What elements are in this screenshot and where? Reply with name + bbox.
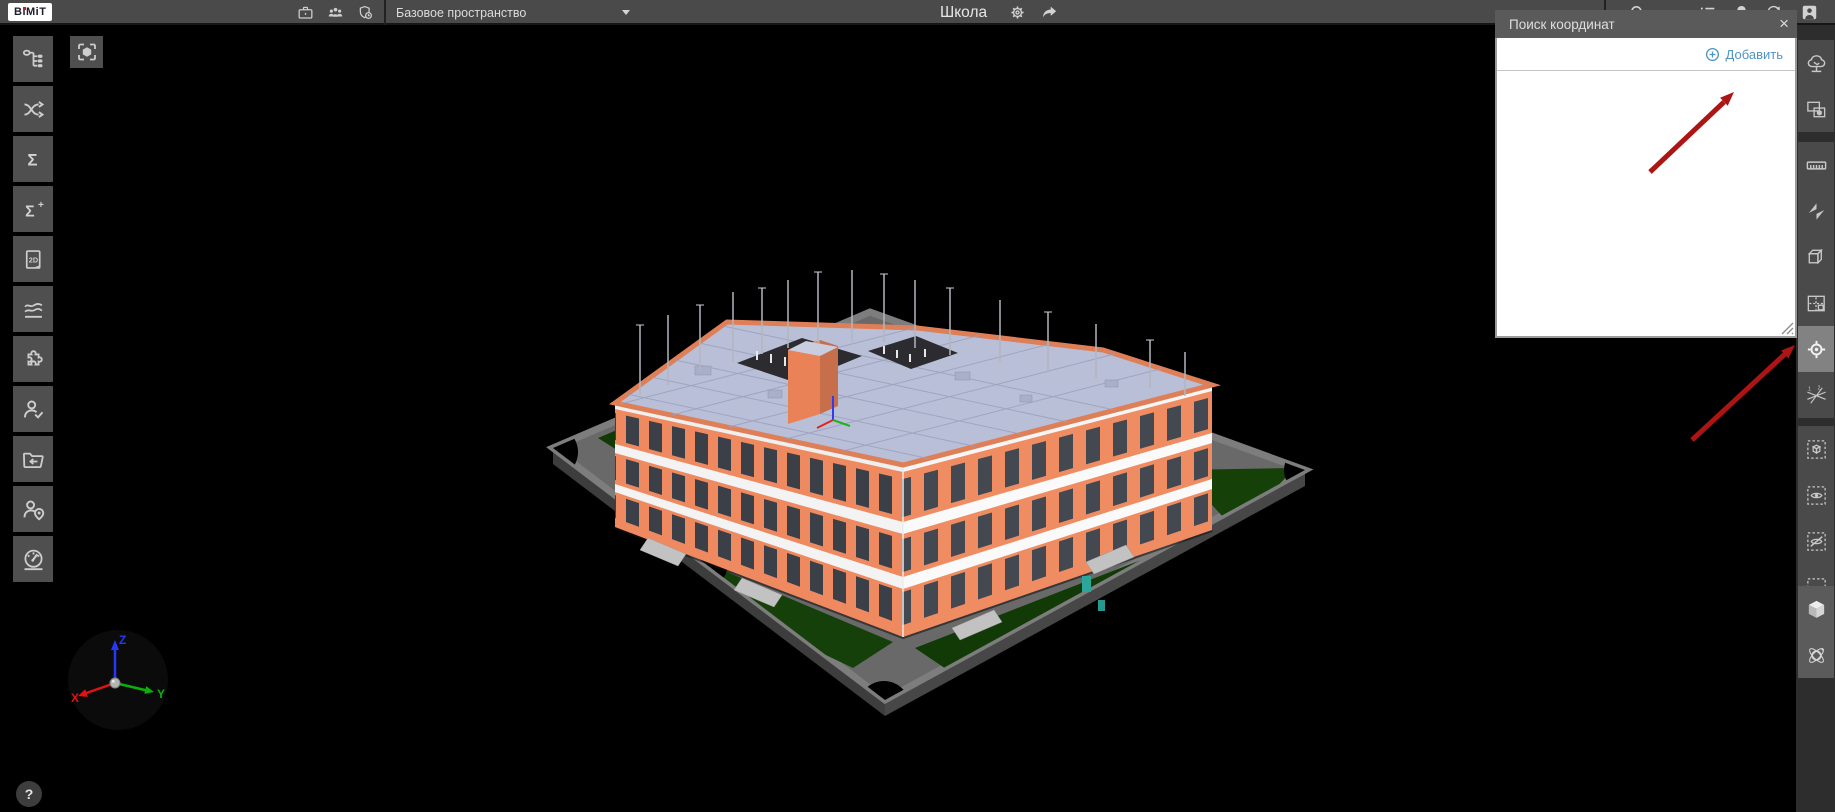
- share-icon: [1042, 6, 1056, 18]
- shuffle-icon: [23, 100, 43, 118]
- workspace-selector[interactable]: Базовое пространство: [396, 0, 526, 25]
- dashed-cube-icon: [1806, 439, 1826, 459]
- panel-content-empty: [1497, 71, 1795, 306]
- tool-hide-object[interactable]: [1798, 518, 1834, 564]
- right-toolbar-group-2: 1 2: [1798, 142, 1834, 418]
- panel-title: Поиск координат: [1509, 16, 1615, 32]
- ruler-icon: [1806, 160, 1826, 170]
- coordinate-search-panel: Поиск координат × Добавить: [1495, 10, 1797, 338]
- panel-resize-handle[interactable]: [1778, 319, 1794, 335]
- logo-red-dot: [22, 6, 26, 10]
- folder-import-icon: [22, 452, 44, 468]
- topbar-divider: [384, 0, 386, 25]
- tool-clash-flash[interactable]: [1798, 188, 1834, 234]
- svg-text:2D: 2D: [28, 255, 37, 264]
- orbit-icon: [1806, 645, 1826, 665]
- tool-model-structure-tree[interactable]: [13, 36, 53, 82]
- close-button[interactable]: ×: [1779, 12, 1789, 36]
- tool-orbit-view[interactable]: [1798, 632, 1834, 678]
- add-coordinate-button[interactable]: Добавить: [1705, 47, 1783, 62]
- tool-floor-plan[interactable]: [1798, 280, 1834, 326]
- gear-icon: [1010, 5, 1024, 20]
- section-box-icon: [1808, 249, 1822, 263]
- gauge-icon: [22, 549, 44, 570]
- project-title: Школа: [940, 3, 988, 21]
- panel-add-row: Добавить: [1497, 38, 1795, 71]
- plus-circle-icon: [1705, 47, 1719, 61]
- eye-slash-icon: [1806, 531, 1826, 551]
- structure-tree-icon: [22, 49, 43, 68]
- tool-plugins[interactable]: [13, 336, 53, 382]
- add-label: Добавить: [1725, 46, 1783, 62]
- svg-text:Σ: Σ: [25, 203, 34, 220]
- tool-selection-frames[interactable]: [1798, 86, 1834, 132]
- tool-axes-dimensions[interactable]: 1 2: [1798, 372, 1834, 418]
- right-toolbar-group-1: [1798, 40, 1834, 132]
- user-check-icon: [23, 400, 43, 418]
- tool-compare-shuffle[interactable]: [13, 86, 53, 132]
- tool-show-object[interactable]: [1798, 472, 1834, 518]
- tool-sum-add[interactable]: Σ +: [13, 186, 53, 232]
- bimit-app: BiMiT Базовое пространство Школа 10 Σ Σ: [0, 0, 1835, 812]
- flash-icon: [1808, 202, 1824, 220]
- tool-folder-import[interactable]: [13, 436, 53, 482]
- focus-icon: [77, 43, 96, 61]
- svg-text:+: +: [38, 199, 44, 210]
- right-toolbar: 1 2: [1796, 25, 1835, 812]
- tool-coordinate-search[interactable]: [1798, 326, 1834, 372]
- settings-button[interactable]: [1004, 0, 1030, 25]
- tool-isolate-object[interactable]: [1798, 426, 1834, 472]
- sheet-2d-icon: 2D: [25, 249, 41, 269]
- frames-icon: [1806, 101, 1825, 117]
- sigma-plus-icon: Σ +: [25, 199, 44, 220]
- tool-ruler[interactable]: [1798, 142, 1834, 188]
- tool-user-approve[interactable]: [13, 386, 53, 432]
- tool-dashboard[interactable]: [13, 536, 53, 582]
- team-button[interactable]: [322, 0, 348, 25]
- chart-lines-icon: [23, 302, 43, 318]
- axis-x-label: X: [71, 691, 79, 705]
- svg-text:Σ: Σ: [27, 150, 37, 169]
- account-button[interactable]: [1796, 0, 1822, 25]
- axis-z-label: Z: [119, 633, 126, 647]
- fit-to-view-button[interactable]: [70, 36, 103, 68]
- locate-icon: [1806, 339, 1826, 359]
- axis-gizmo[interactable]: Z X Y: [67, 630, 170, 735]
- solid-cube-icon: [1808, 600, 1824, 618]
- tool-sheet-2d[interactable]: 2D: [13, 236, 53, 282]
- team-icon: [328, 7, 342, 17]
- panel-header[interactable]: Поиск координат ×: [1495, 10, 1797, 38]
- park-tree-icon: [1807, 54, 1825, 72]
- shield-clock-icon: [359, 5, 372, 19]
- chevron-down-icon[interactable]: [622, 10, 630, 15]
- right-toolbar-group-3: [1798, 426, 1834, 610]
- workspace-label: Базовое пространство: [396, 5, 527, 20]
- svg-text:1: 1: [1808, 386, 1811, 392]
- help-button[interactable]: ?: [16, 781, 42, 807]
- user-pin-icon: [23, 500, 44, 520]
- tool-shaded-view[interactable]: [1798, 586, 1834, 632]
- svg-text:2: 2: [1817, 385, 1820, 391]
- axes-icon: 1 2: [1806, 385, 1826, 404]
- sigma-icon: Σ: [27, 150, 37, 169]
- eye-icon: [1806, 485, 1826, 505]
- user-icon: [1802, 5, 1816, 20]
- bimit-logo: BiMiT: [8, 3, 53, 21]
- tool-user-location[interactable]: [13, 486, 53, 532]
- logo-text: BiMiT: [14, 6, 47, 18]
- tool-section-box[interactable]: [1798, 234, 1834, 280]
- right-toolbar-group-4: [1798, 586, 1834, 678]
- puzzle-icon: [27, 349, 43, 365]
- floor-plan-icon: [1807, 295, 1825, 311]
- projects-button[interactable]: [292, 0, 318, 25]
- briefcase-icon: [298, 6, 312, 19]
- tool-charts[interactable]: [13, 286, 53, 332]
- share-button[interactable]: [1036, 0, 1062, 25]
- axis-y-label: Y: [157, 687, 165, 701]
- tool-sum-totals[interactable]: Σ: [13, 136, 53, 182]
- protection-button[interactable]: [352, 0, 378, 25]
- tool-environment[interactable]: [1798, 40, 1834, 86]
